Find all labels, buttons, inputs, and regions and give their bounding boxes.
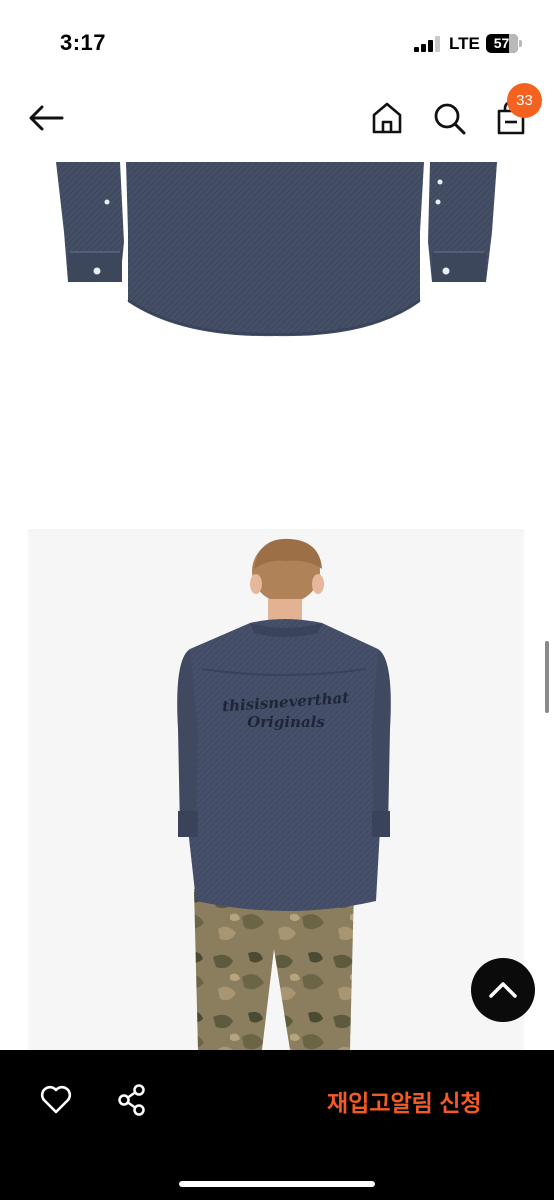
chevron-up-icon bbox=[489, 982, 517, 998]
status-bar: 3:17 LTE 57 bbox=[0, 0, 554, 80]
product-image-shirt bbox=[56, 162, 497, 337]
home-indicator bbox=[179, 1181, 375, 1187]
cart-count-badge: 33 bbox=[507, 83, 542, 118]
shirt-print-line2: Originals bbox=[247, 713, 325, 731]
home-icon[interactable] bbox=[370, 101, 404, 135]
back-arrow-icon[interactable] bbox=[26, 100, 66, 136]
product-image-model: thisisneverthat Originals bbox=[177, 538, 391, 1050]
heart-icon[interactable] bbox=[40, 1085, 72, 1115]
search-icon[interactable] bbox=[432, 101, 468, 137]
network-label: LTE bbox=[449, 34, 480, 53]
restock-alert-button[interactable]: 재입고알림 신청 bbox=[327, 1084, 482, 1118]
signal-icon bbox=[414, 36, 442, 52]
battery-level: 57 bbox=[493, 35, 510, 51]
bottom-action-bar bbox=[0, 1050, 554, 1200]
top-navigation bbox=[0, 80, 554, 160]
scroll-to-top-button[interactable] bbox=[471, 958, 535, 1022]
scroll-indicator[interactable] bbox=[545, 641, 549, 713]
battery-icon: 57 bbox=[486, 34, 522, 53]
status-time: 3:17 bbox=[60, 30, 107, 55]
share-icon[interactable] bbox=[116, 1083, 148, 1117]
